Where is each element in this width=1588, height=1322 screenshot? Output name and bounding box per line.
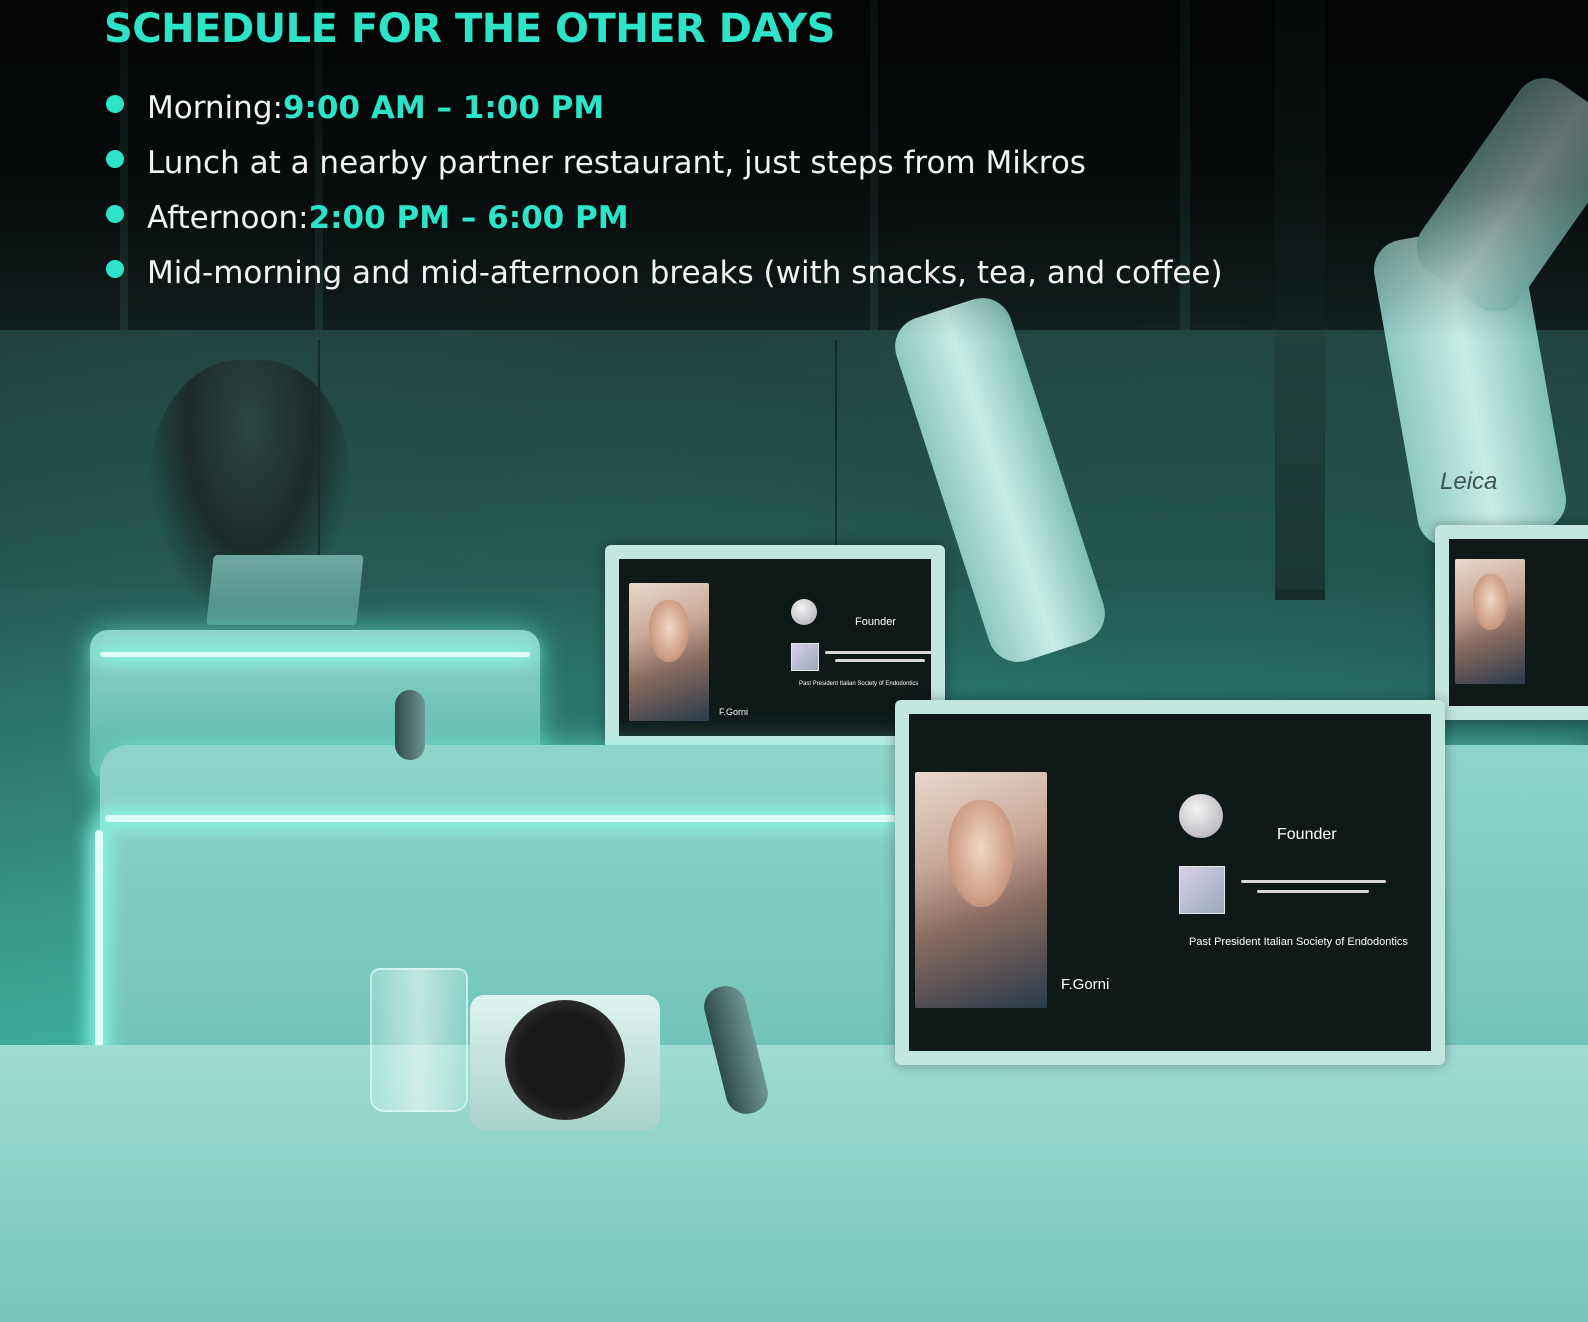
schedule-item-label: Lunch at a nearby partner restaurant, ju… [147,144,1086,181]
bullet-icon [106,259,124,278]
monitor-front: Founder Past President Italian Society o… [895,700,1445,1065]
handpiece-holder [395,690,425,760]
screen-caption-role: Founder [1277,826,1337,843]
screen-text-line [1241,880,1386,883]
schedule-item-time: 9:00 AM – 1:00 PM [282,89,605,126]
portrait-photo [1455,559,1525,684]
wall-seam [835,340,837,570]
schedule-item-morning: Morning: 9:00 AM – 1:00 PM [104,80,1223,135]
schedule-item-label: Mid-morning and mid-afternoon breaks (wi… [147,254,1223,291]
schedule-list: Morning: 9:00 AM – 1:00 PM Lunch at a ne… [104,80,1223,300]
schedule-heading: SCHEDULE FOR THE OTHER DAYS [104,6,835,52]
bullet-icon [106,149,124,168]
laptop [206,555,364,625]
monitor-right [1435,525,1588,720]
portrait-photo [915,772,1047,1008]
microscope-brand: Leica [1440,468,1498,495]
logo-icon [1179,794,1223,838]
schedule-item-breaks: Mid-morning and mid-afternoon breaks (wi… [104,245,1223,300]
university-badge [791,643,819,671]
screen-text-line [1257,890,1369,893]
motor-dial [505,1000,625,1120]
screen-caption-society: Past President Italian Society of Endodo… [799,681,919,687]
logo-icon [791,599,817,625]
monitor-screen: Founder Past President Italian Society o… [619,559,931,736]
schedule-item-time: 2:00 PM – 6:00 PM [308,199,629,236]
desk-light [100,652,530,657]
glass-jar [370,968,468,1112]
screen-caption-name: F.Gorni [719,707,749,717]
schedule-item-afternoon: Afternoon: 2:00 PM – 6:00 PM [104,190,1223,245]
desk-surface [0,1045,1588,1322]
desk-light [105,815,905,822]
slide: Leica Founder Past President Italian Soc… [0,0,1588,1322]
monitor-screen [1449,539,1588,706]
screen-caption-name: F.Gorni [1061,976,1110,993]
portrait-photo [629,583,709,721]
schedule-item-lunch: Lunch at a nearby partner restaurant, ju… [104,135,1223,190]
screen-text-line [825,651,931,654]
screen-text-line [835,659,925,662]
bullet-icon [106,204,124,223]
screen-caption-society: Past President Italian Society of Endodo… [1189,936,1408,948]
monitor-middle: Founder Past President Italian Society o… [605,545,945,750]
schedule-item-label: Afternoon: [147,199,309,236]
university-badge [1179,866,1225,914]
screen-caption-role: Founder [855,616,896,628]
monitor-screen: Founder Past President Italian Society o… [909,714,1431,1051]
schedule-item-label: Morning: [147,89,283,126]
bullet-icon [106,94,124,113]
